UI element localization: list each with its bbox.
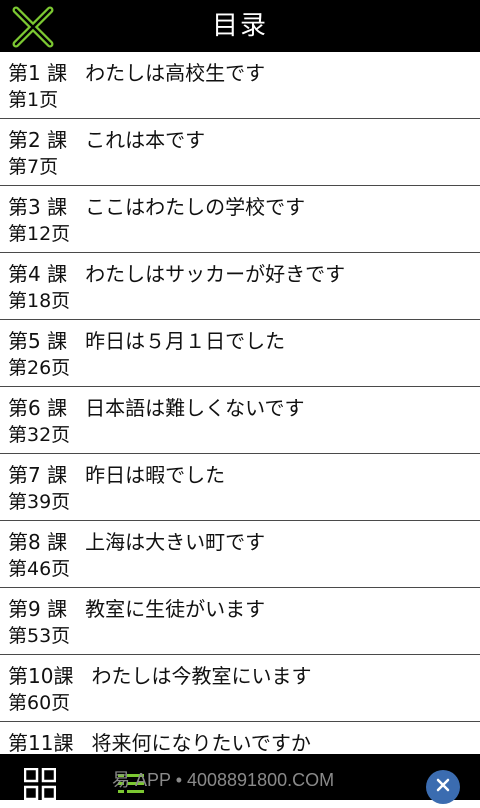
toc-item[interactable]: 第7 課昨日は暇でした 第39页	[0, 454, 480, 521]
page-number: 第1页	[8, 89, 59, 111]
page-number: 第32页	[8, 424, 71, 446]
lesson-title: 日本語は難しくないです	[85, 396, 305, 420]
toc-item[interactable]: 第6 課日本語は難しくないです 第32页	[0, 387, 480, 454]
bottom-bar: 易 APP • 4008891800.COM	[0, 754, 480, 800]
lesson-title: 上海は大きい町です	[85, 530, 266, 554]
toc-item[interactable]: 第10課 わたしは今教室にいます 第60页	[0, 655, 480, 722]
page-number: 第12页	[8, 223, 71, 245]
toc-item[interactable]: 第1 課わたしは高校生です第1页	[0, 52, 480, 119]
toc-item-heading: 第3 課ここはわたしの学校です	[8, 191, 305, 220]
toc-item[interactable]: 第8 課上海は大きい町です 第46页	[0, 521, 480, 588]
toc-item[interactable]: 第2 課これは本です第7页	[0, 119, 480, 186]
grid-view-button[interactable]	[23, 767, 57, 800]
toc-item-heading: 第8 課上海は大きい町です	[8, 526, 265, 555]
lesson-number: 第1 課	[8, 61, 68, 85]
lesson-title: 教室に生徒がいます	[85, 597, 266, 621]
dismiss-ad-button[interactable]	[426, 770, 460, 804]
lesson-number: 第9 課	[8, 597, 68, 621]
toc-item-heading: 第4 課わたしはサッカーが好きです	[8, 258, 345, 287]
toc-item-heading: 第2 課これは本です	[8, 124, 205, 153]
lesson-number: 第8 課	[8, 530, 68, 554]
toc-item-heading: 第7 課昨日は暇でした	[8, 459, 225, 488]
lesson-number: 第6 課	[8, 396, 68, 420]
page-number: 第46页	[8, 558, 71, 580]
toc-item[interactable]: 第4 課わたしはサッカーが好きです 第18页	[0, 253, 480, 320]
grid-icon	[23, 767, 57, 800]
toc-item[interactable]: 第11課 将来何になりたいですか	[0, 722, 480, 754]
toc-item[interactable]: 第9 課教室に生徒がいます 第53页	[0, 588, 480, 655]
toc-item-heading: 第5 課昨日は５月１日でした	[8, 325, 285, 354]
table-of-contents[interactable]: 第1 課わたしは高校生です第1页第2 課これは本です第7页第3 課ここはわたしの…	[0, 52, 480, 754]
lesson-number: 第10課	[8, 664, 74, 688]
toc-item-heading: 第1 課わたしは高校生です	[8, 57, 265, 86]
lesson-number: 第11課	[8, 731, 74, 754]
lesson-title: 昨日は暇でした	[85, 463, 226, 487]
lesson-number: 第2 課	[8, 128, 68, 152]
page-title: 目录	[211, 11, 268, 41]
toc-item[interactable]: 第5 課昨日は５月１日でした 第26页	[0, 320, 480, 387]
close-button[interactable]	[12, 6, 54, 48]
top-bar: 目录	[0, 0, 480, 52]
toc-item-heading: 第10課 わたしは今教室にいます	[8, 660, 311, 689]
page-number: 第26页	[8, 357, 71, 379]
page-number: 第18页	[8, 290, 71, 312]
page-number: 第7页	[8, 156, 59, 178]
page-number: 第53页	[8, 625, 71, 647]
toc-item-heading: 第11課 将来何になりたいですか	[8, 727, 311, 754]
toc-item-heading: 第9 課教室に生徒がいます	[8, 593, 265, 622]
watermark-text: 易 APP • 4008891800.COM	[112, 770, 335, 790]
page-number: 第39页	[8, 491, 71, 513]
lesson-title: 将来何になりたいですか	[91, 731, 311, 754]
lesson-title: わたしはサッカーが好きです	[85, 262, 346, 286]
lesson-number: 第4 課	[8, 262, 68, 286]
toc-item-heading: 第6 課日本語は難しくないです	[8, 392, 305, 421]
lesson-title: 昨日は５月１日でした	[85, 329, 286, 353]
lesson-title: わたしは今教室にいます	[91, 664, 312, 688]
lesson-title: わたしは高校生です	[85, 61, 266, 85]
close-x-icon	[12, 6, 54, 48]
page-number: 第60页	[8, 692, 71, 714]
toc-item[interactable]: 第3 課ここはわたしの学校です 第12页	[0, 186, 480, 253]
lesson-title: これは本です	[85, 128, 206, 152]
close-circle-icon	[436, 778, 450, 792]
lesson-number: 第3 課	[8, 195, 68, 219]
lesson-number: 第7 課	[8, 463, 68, 487]
lesson-number: 第5 課	[8, 329, 68, 353]
lesson-title: ここはわたしの学校です	[85, 195, 306, 219]
